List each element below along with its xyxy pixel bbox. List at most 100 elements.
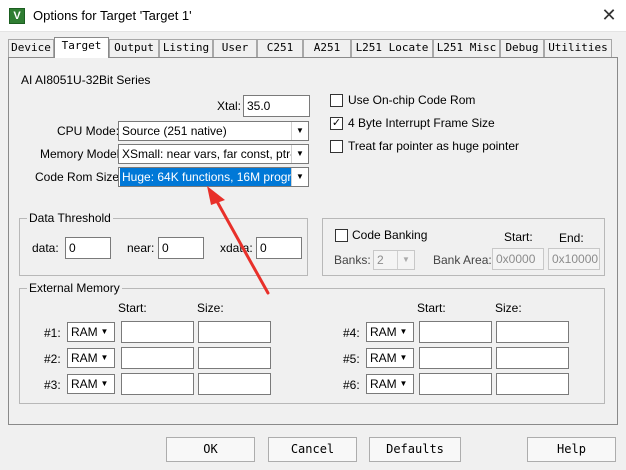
far-pointer-label: Treat far pointer as huge pointer [348,139,519,153]
code-rom-label: Code Rom Size: [35,170,123,184]
xtal-input[interactable]: 35.0 [243,95,310,117]
chevron-down-icon: ▼ [291,145,308,163]
ext-start-input[interactable] [419,347,492,369]
chevron-down-icon: ▼ [399,379,408,388]
ext-start-header-left: Start: [118,301,147,315]
ext-type-value: RAM [71,351,98,365]
tab-output[interactable]: Output [109,39,159,57]
ext-start-input[interactable] [121,347,194,369]
code-rom-select[interactable]: Huge: 64K functions, 16M progr. ▼ [118,167,309,187]
tab-c251[interactable]: C251 [257,39,303,57]
ext-size-header-right: Size: [495,301,522,315]
ext-start-header-right: Start: [417,301,446,315]
ext-size-input[interactable] [198,321,271,343]
chevron-down-icon: ▼ [100,353,109,362]
ext-start-input[interactable] [419,373,492,395]
far-pointer-checkbox[interactable] [330,140,343,153]
external-memory-group: External Memory Start: Size: Start: Size… [19,281,605,404]
ext-start-input[interactable] [121,321,194,343]
code-banking-checkbox[interactable] [335,229,348,242]
device-name: AI AI8051U-32Bit Series [21,73,151,87]
ext-type-value: RAM [370,377,397,391]
defaults-button[interactable]: Defaults [369,437,461,462]
ext-row-label: #5: [343,352,360,366]
memory-model-label: Memory Model: [40,147,123,161]
data-label: data: [32,241,59,255]
data-input[interactable]: 0 [65,237,111,259]
bank-start-label: Start: [504,230,533,244]
ext-row-label: #1: [44,326,61,340]
cpu-mode-select[interactable]: Source (251 native) ▼ [118,121,309,141]
title-bar: V Options for Target 'Target 1' ✕ [0,0,626,32]
ext-size-input[interactable] [198,347,271,369]
tab-a251[interactable]: A251 [303,39,351,57]
chevron-down-icon: ▼ [397,251,414,269]
banks-select[interactable]: 2 ▼ [373,250,415,270]
chevron-down-icon: ▼ [291,168,308,186]
code-banking-group: Code Banking Start: End: Banks: 2 ▼ Bank… [322,218,605,276]
bank-start-input[interactable]: 0x0000 [492,248,544,270]
chevron-down-icon: ▼ [291,122,308,140]
tab-debug[interactable]: Debug [500,39,544,57]
cpu-mode-label: CPU Mode: [57,124,120,138]
ext-size-input[interactable] [198,373,271,395]
code-banking-label: Code Banking [352,228,428,242]
target-panel: AI AI8051U-32Bit Series Xtal: 35.0 CPU M… [8,57,618,425]
close-icon[interactable]: ✕ [592,0,626,32]
data-threshold-group: Data Threshold data: 0 near: 0 xdata: 0 [19,211,308,276]
ext-start-input[interactable] [121,373,194,395]
code-rom-value: Huge: 64K functions, 16M progr. [120,168,305,186]
chevron-down-icon: ▼ [100,327,109,336]
ext-row-label: #3: [44,378,61,392]
ext-type-select[interactable]: RAM ▼ [67,374,115,394]
ext-type-select[interactable]: RAM ▼ [366,348,414,368]
ext-size-input[interactable] [496,373,569,395]
ext-type-select[interactable]: RAM ▼ [366,374,414,394]
ext-type-select[interactable]: RAM ▼ [67,322,115,342]
chevron-down-icon: ▼ [100,379,109,388]
near-input[interactable]: 0 [158,237,204,259]
ext-size-input[interactable] [496,321,569,343]
tab-listing[interactable]: Listing [159,39,213,57]
xdata-label: xdata: [220,241,253,255]
tab-l251-misc[interactable]: L251 Misc [433,39,500,57]
ext-row-label: #6: [343,378,360,392]
ext-type-value: RAM [370,325,397,339]
ext-size-input[interactable] [496,347,569,369]
keil-uv-icon: V [9,8,25,24]
tab-target[interactable]: Target [54,37,109,58]
tab-device[interactable]: Device [8,39,54,57]
xdata-input[interactable]: 0 [256,237,302,259]
bank-end-label: End: [559,231,584,245]
cancel-button[interactable]: Cancel [268,437,357,462]
ext-start-input[interactable] [419,321,492,343]
interrupt-frame-checkbox[interactable]: ✓ [330,117,343,130]
data-threshold-title: Data Threshold [27,211,113,225]
ext-type-select[interactable]: RAM ▼ [67,348,115,368]
help-button[interactable]: Help [527,437,616,462]
bank-end-input[interactable]: 0x10000 [548,248,600,270]
ext-row-label: #2: [44,352,61,366]
xtal-label: Xtal: [217,99,242,113]
tab-utilities[interactable]: Utilities [544,39,612,57]
tab-user[interactable]: User [213,39,257,57]
chevron-down-icon: ▼ [399,353,408,362]
ok-button[interactable]: OK [166,437,255,462]
cpu-mode-value: Source (251 native) [122,124,227,138]
ext-type-value: RAM [370,351,397,365]
use-onchip-rom-label: Use On-chip Code Rom [348,93,476,107]
ext-size-header-left: Size: [197,301,224,315]
near-label: near: [127,241,155,255]
ext-type-value: RAM [71,325,98,339]
tab-l251-locate[interactable]: L251 Locate [351,39,433,57]
interrupt-frame-label: 4 Byte Interrupt Frame Size [348,116,495,130]
ext-type-select[interactable]: RAM ▼ [366,322,414,342]
memory-model-select[interactable]: XSmall: near vars, far const, ptr-4 ▼ [118,144,309,164]
window-title: Options for Target 'Target 1' [33,8,192,23]
bank-area-label: Bank Area: [433,253,492,267]
chevron-down-icon: ▼ [399,327,408,336]
external-memory-title: External Memory [27,281,122,295]
banks-label: Banks: [334,253,371,267]
ext-type-value: RAM [71,377,98,391]
use-onchip-rom-checkbox[interactable] [330,94,343,107]
